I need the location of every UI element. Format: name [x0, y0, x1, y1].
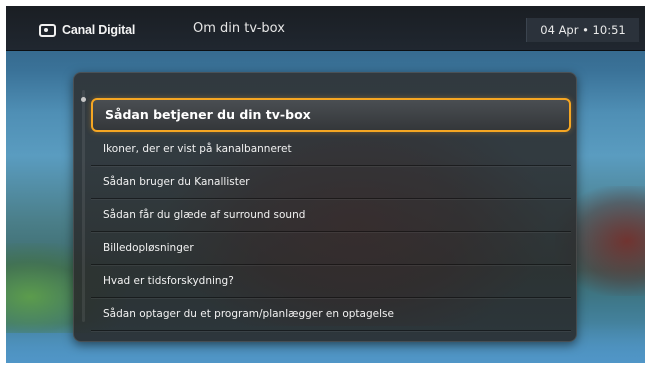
top-bar: Canal Digital Om din tv-box 04 Apr • 10:…	[6, 6, 645, 51]
menu-item-operate-box[interactable]: Sådan betjener du din tv-box	[91, 98, 571, 132]
brand-logo: Canal Digital	[39, 22, 135, 38]
menu-item-channel-banner-icons[interactable]: Ikoner, der er vist på kanalbanneret	[91, 133, 571, 166]
tv-icon	[39, 23, 56, 37]
page-title: Om din tv-box	[193, 21, 285, 36]
menu-item-surround-sound[interactable]: Sådan får du glæde af surround sound	[91, 199, 571, 232]
help-menu: Sådan betjener du din tv-box Ikoner, der…	[91, 98, 571, 331]
menu-item-resolutions[interactable]: Billedopløsninger	[91, 232, 571, 265]
menu-item-recording[interactable]: Sådan optager du et program/planlægger e…	[91, 298, 571, 331]
menu-item-channel-lists[interactable]: Sådan bruger du Kanallister	[91, 166, 571, 199]
brand-name: Canal Digital	[62, 23, 136, 37]
scrollbar-thumb[interactable]	[81, 97, 86, 102]
scrollbar-track[interactable]	[82, 90, 85, 322]
tv-screen: Canal Digital Om din tv-box 04 Apr • 10:…	[6, 6, 645, 363]
menu-item-timeshift[interactable]: Hvad er tidsforskydning?	[91, 265, 571, 298]
menu-panel: Sådan betjener du din tv-box Ikoner, der…	[73, 72, 577, 342]
date-time: 04 Apr • 10:51	[526, 18, 639, 42]
